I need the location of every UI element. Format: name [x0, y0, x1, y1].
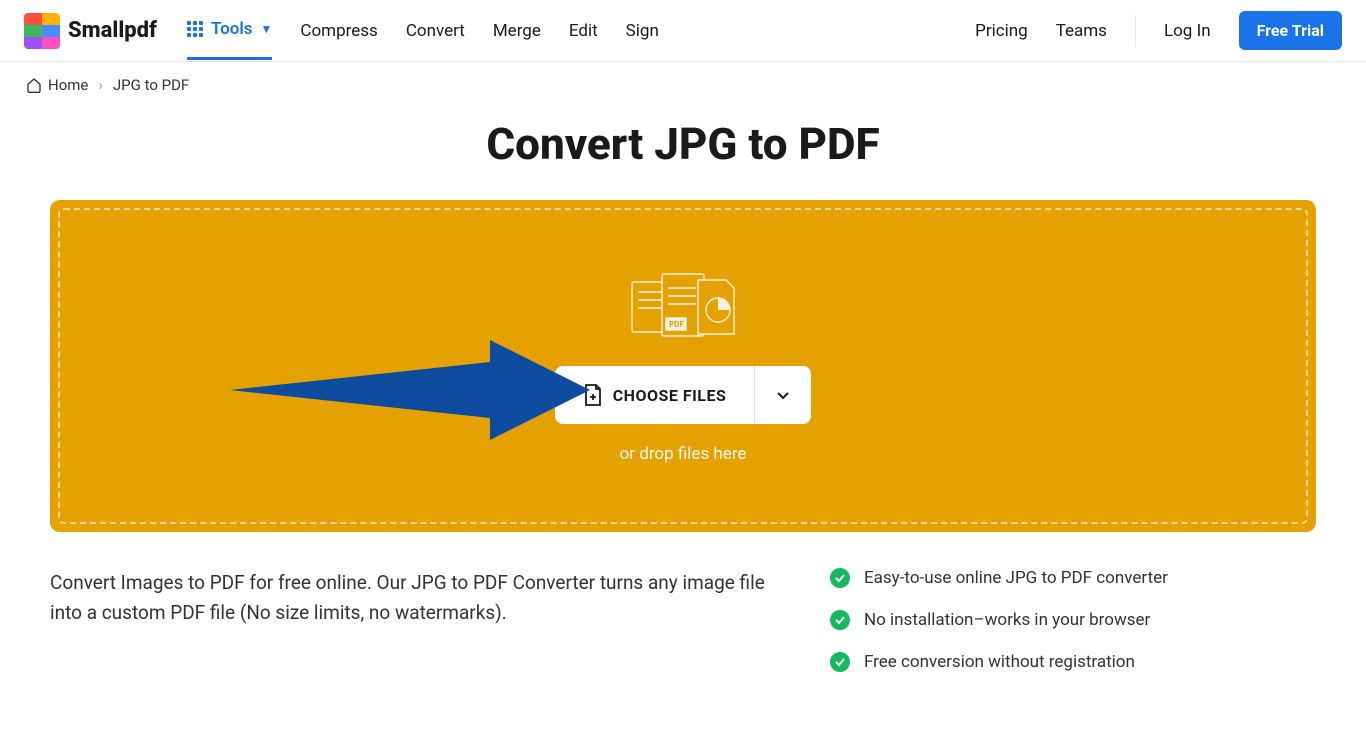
- grid-icon: [187, 21, 203, 37]
- page-title: Convert JPG to PDF: [0, 118, 1366, 170]
- breadcrumb-current: JPG to PDF: [113, 76, 189, 94]
- file-dropzone[interactable]: PDF CHOOSE FILES or drop files here: [58, 208, 1308, 524]
- feature-item: No installation–works in your browser: [830, 610, 1250, 630]
- svg-text:PDF: PDF: [669, 320, 684, 329]
- nav-teams[interactable]: Teams: [1056, 3, 1107, 59]
- breadcrumb: Home › JPG to PDF: [0, 62, 1366, 108]
- right-nav: Pricing Teams Log In Free Trial: [975, 3, 1342, 59]
- description-text: Convert Images to PDF for free online. O…: [50, 568, 770, 694]
- drop-hint: or drop files here: [620, 444, 747, 464]
- below-section: Convert Images to PDF for free online. O…: [0, 532, 1366, 730]
- login-link[interactable]: Log In: [1164, 3, 1211, 59]
- dropzone-container: PDF CHOOSE FILES or drop files here: [50, 200, 1316, 532]
- main-nav: Tools ▼ Compress Convert Merge Edit Sign: [187, 1, 975, 60]
- feature-label: Easy-to-use online JPG to PDF converter: [864, 568, 1168, 588]
- home-icon: [26, 77, 42, 93]
- choose-files-dropdown[interactable]: [754, 366, 811, 424]
- logo-icon: [24, 13, 60, 49]
- chevron-down-icon: ▼: [261, 22, 273, 36]
- feature-label: Free conversion without registration: [864, 652, 1135, 672]
- nav-compress[interactable]: Compress: [300, 3, 377, 59]
- nav-divider: [1135, 15, 1136, 47]
- chevron-down-icon: [775, 387, 791, 403]
- free-trial-button[interactable]: Free Trial: [1239, 11, 1342, 50]
- feature-item: Free conversion without registration: [830, 652, 1250, 672]
- main-header: Smallpdf Tools ▼ Compress Convert Merge …: [0, 0, 1366, 62]
- nav-pricing[interactable]: Pricing: [975, 3, 1028, 59]
- brand-name: Smallpdf: [68, 18, 157, 43]
- features-list: Easy-to-use online JPG to PDF converter …: [830, 568, 1250, 694]
- check-icon: [830, 568, 850, 588]
- nav-edit[interactable]: Edit: [569, 3, 598, 59]
- logo[interactable]: Smallpdf: [24, 13, 157, 49]
- feature-item: Easy-to-use online JPG to PDF converter: [830, 568, 1250, 588]
- choose-files-row: CHOOSE FILES: [555, 366, 812, 424]
- check-icon: [830, 610, 850, 630]
- feature-label: No installation–works in your browser: [864, 610, 1150, 630]
- choose-files-label: CHOOSE FILES: [613, 386, 727, 405]
- nav-sign[interactable]: Sign: [626, 3, 659, 59]
- nav-convert[interactable]: Convert: [406, 3, 465, 59]
- arrow-annotation-icon: [230, 340, 590, 450]
- nav-merge[interactable]: Merge: [493, 3, 541, 59]
- nav-tools[interactable]: Tools ▼: [187, 1, 272, 60]
- breadcrumb-separator: ›: [98, 76, 103, 94]
- breadcrumb-home[interactable]: Home: [26, 76, 88, 94]
- breadcrumb-home-label: Home: [48, 76, 88, 94]
- files-illustration-icon: PDF: [628, 268, 738, 348]
- check-icon: [830, 652, 850, 672]
- nav-tools-label: Tools: [211, 19, 253, 39]
